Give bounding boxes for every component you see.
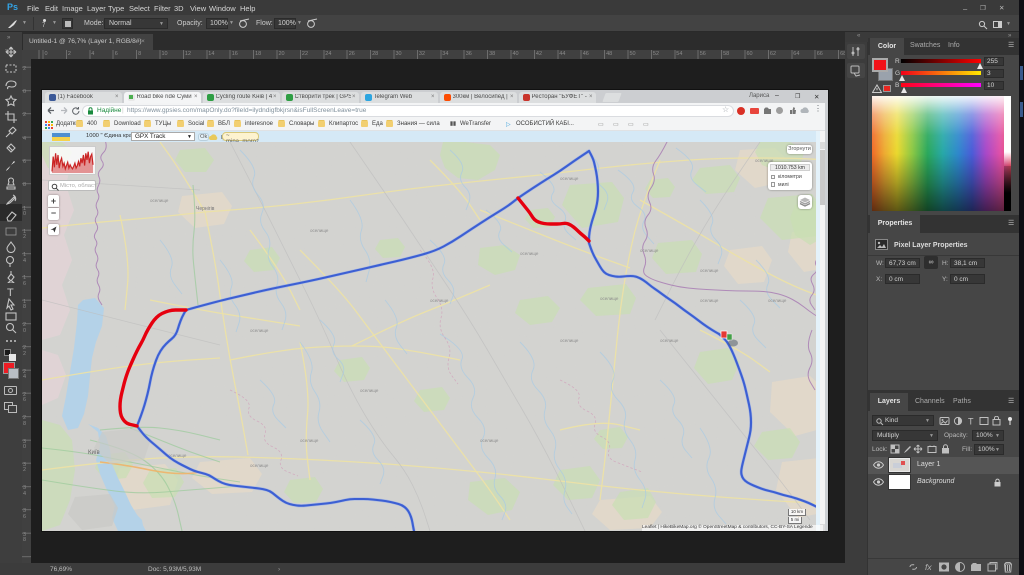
svg-text:оселище: оселище — [768, 298, 787, 303]
svg-text:Київ: Київ — [88, 450, 100, 456]
svg-text:T: T — [968, 417, 974, 427]
svg-text:Чернігів: Чернігів — [196, 206, 215, 212]
svg-text:оселище: оселище — [480, 438, 499, 443]
svg-text:оселище: оселище — [250, 328, 269, 333]
svg-text:оселище: оселище — [640, 248, 659, 253]
svg-text:оселище: оселище — [520, 251, 539, 256]
svg-text:оселище: оселище — [150, 198, 169, 203]
svg-text:fx: fx — [925, 562, 932, 572]
svg-text:оселище: оселище — [560, 338, 579, 343]
svg-text:оселище: оселище — [660, 338, 679, 343]
svg-text:оселище: оселище — [560, 176, 579, 181]
svg-text:оселище: оселище — [700, 298, 719, 303]
svg-text:оселище: оселище — [600, 296, 619, 301]
svg-text:оселище: оселище — [700, 268, 719, 273]
svg-text:оселище: оселище — [300, 438, 319, 443]
svg-text:оселище: оселище — [250, 463, 269, 468]
svg-text:оселище: оселище — [360, 388, 379, 393]
svg-text:оселище: оселище — [310, 228, 329, 233]
svg-text:оселище: оселище — [430, 298, 449, 303]
